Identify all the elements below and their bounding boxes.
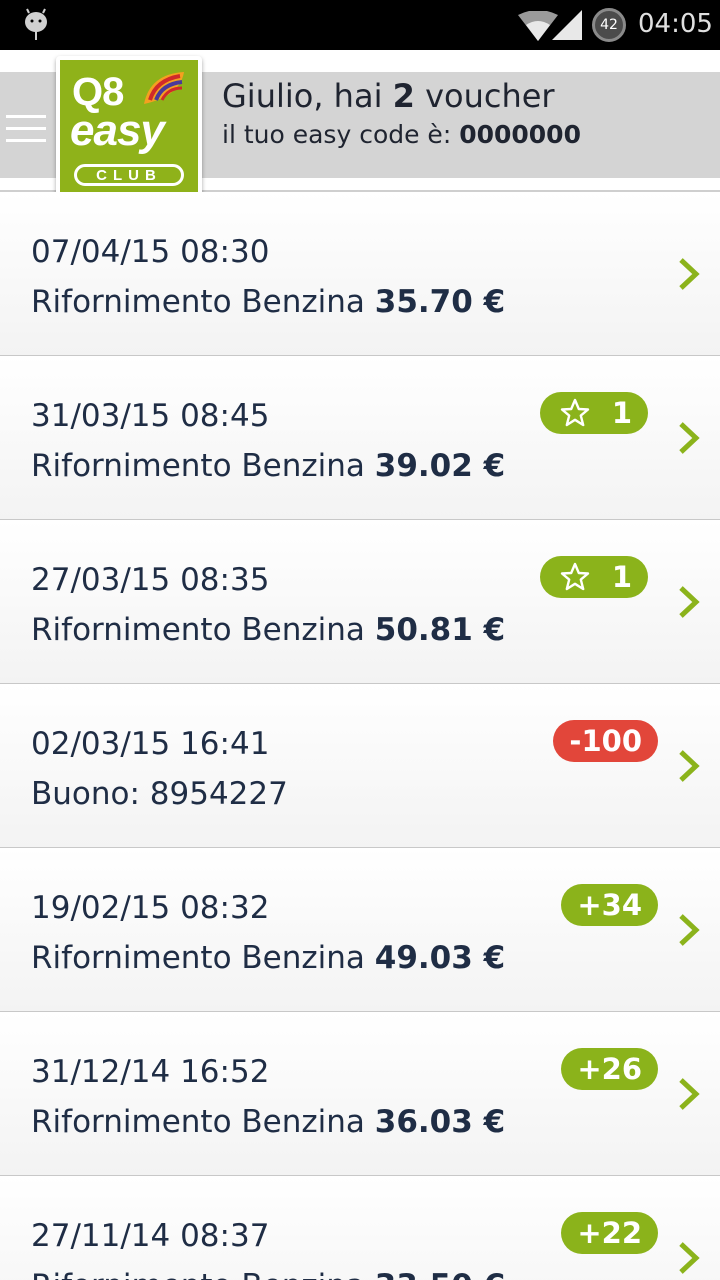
chevron-right-icon[interactable] [678, 257, 700, 291]
easy-code-value: 0000000 [459, 120, 581, 149]
clock: 04:05 [638, 9, 713, 39]
amount-text: 50.81 € [374, 612, 506, 648]
chevron-right-icon[interactable] [678, 1241, 700, 1275]
transaction-description: Rifornimento Benzina 49.03 € [31, 940, 505, 976]
chevron-right-icon[interactable] [678, 749, 700, 783]
points-badge: +26 [561, 1048, 658, 1090]
chevron-right-icon[interactable] [678, 913, 700, 947]
menu-icon[interactable] [6, 115, 46, 145]
points-badge: +34 [561, 884, 658, 926]
transaction-row[interactable]: 27/03/15 08:35 Rifornimento Benzina 50.8… [0, 520, 720, 684]
transaction-date: 27/03/15 08:35 [31, 562, 270, 598]
status-bar: 42 04:05 [0, 0, 720, 50]
transaction-row[interactable]: 27/11/14 08:37 Rifornimento Benzina 33.5… [0, 1176, 720, 1280]
transaction-date: 02/03/15 16:41 [31, 726, 270, 762]
transaction-description: Rifornimento Benzina 39.02 € [31, 448, 505, 484]
transaction-row[interactable]: 31/12/14 16:52 Rifornimento Benzina 36.0… [0, 1012, 720, 1176]
transaction-row[interactable]: 07/04/15 08:30 Rifornimento Benzina 35.7… [0, 192, 720, 356]
description-text: Rifornimento Benzina [31, 448, 365, 484]
transaction-row[interactable]: 31/03/15 08:45 Rifornimento Benzina 39.0… [0, 356, 720, 520]
chevron-right-icon[interactable] [678, 585, 700, 619]
transaction-date: 31/03/15 08:45 [31, 398, 270, 434]
amount-text: 33.50 € [375, 1268, 505, 1280]
amount-text: 49.03 € [374, 940, 506, 976]
badge-value: 1 [611, 396, 632, 430]
amount-text: 35.70 € [374, 284, 506, 320]
amount-text: 39.02 € [374, 448, 506, 484]
voucher-count: 2 [392, 77, 415, 115]
q8-easy-club-logo[interactable]: Q8 easy CLUB [56, 56, 202, 202]
star-badge: 1 [540, 556, 648, 598]
android-icon [25, 8, 47, 40]
description-text: Rifornimento Benzina [31, 1104, 365, 1140]
transaction-description: Rifornimento Benzina 35.70 € [31, 284, 505, 320]
signal-icon [552, 10, 582, 40]
transaction-list: 07/04/15 08:30 Rifornimento Benzina 35.7… [0, 192, 720, 1280]
transaction-date: 27/11/14 08:37 [31, 1218, 270, 1254]
star-badge: 1 [540, 392, 648, 434]
user-name: Giulio, [222, 77, 324, 115]
transaction-description: Buono: 8954227 [31, 776, 288, 812]
description-text: Rifornimento Benzina [31, 940, 365, 976]
easy-code: il tuo easy code è: 0000000 [222, 120, 581, 149]
chevron-right-icon[interactable] [678, 1077, 700, 1111]
description-text: Rifornimento Benzina [31, 1268, 365, 1280]
transaction-row[interactable]: 19/02/15 08:32 Rifornimento Benzina 49.0… [0, 848, 720, 1012]
transaction-row[interactable]: 02/03/15 16:41 Buono: 8954227 -100 [0, 684, 720, 848]
logo-easy-text: easy [70, 106, 165, 155]
battery-level: 42 [600, 17, 618, 33]
star-icon [560, 562, 590, 591]
greeting-hai: hai [333, 77, 383, 115]
transaction-date: 19/02/15 08:32 [31, 890, 270, 926]
transaction-description: Rifornimento Benzina 33.50 € [31, 1268, 505, 1280]
voucher-label: voucher [425, 77, 555, 115]
logo-sail-icon [144, 72, 184, 104]
transaction-date: 31/12/14 16:52 [31, 1054, 270, 1090]
battery-icon: 42 [592, 8, 626, 42]
star-icon [560, 398, 590, 427]
amount-text: 36.03 € [374, 1104, 506, 1140]
points-badge: -100 [553, 720, 658, 762]
greeting: Giulio, hai 2 voucher [222, 77, 555, 115]
logo-club-text: CLUB [74, 164, 184, 186]
description-text: Buono: 8954227 [31, 776, 288, 812]
description-text: Rifornimento Benzina [31, 612, 365, 648]
transaction-description: Rifornimento Benzina 50.81 € [31, 612, 505, 648]
easy-code-label: il tuo easy code è: [222, 120, 452, 149]
transaction-date: 07/04/15 08:30 [31, 234, 270, 270]
transaction-description: Rifornimento Benzina 36.03 € [31, 1104, 505, 1140]
points-badge: +22 [561, 1212, 658, 1254]
description-text: Rifornimento Benzina [31, 284, 365, 320]
chevron-right-icon[interactable] [678, 421, 700, 455]
badge-value: 1 [611, 560, 632, 594]
